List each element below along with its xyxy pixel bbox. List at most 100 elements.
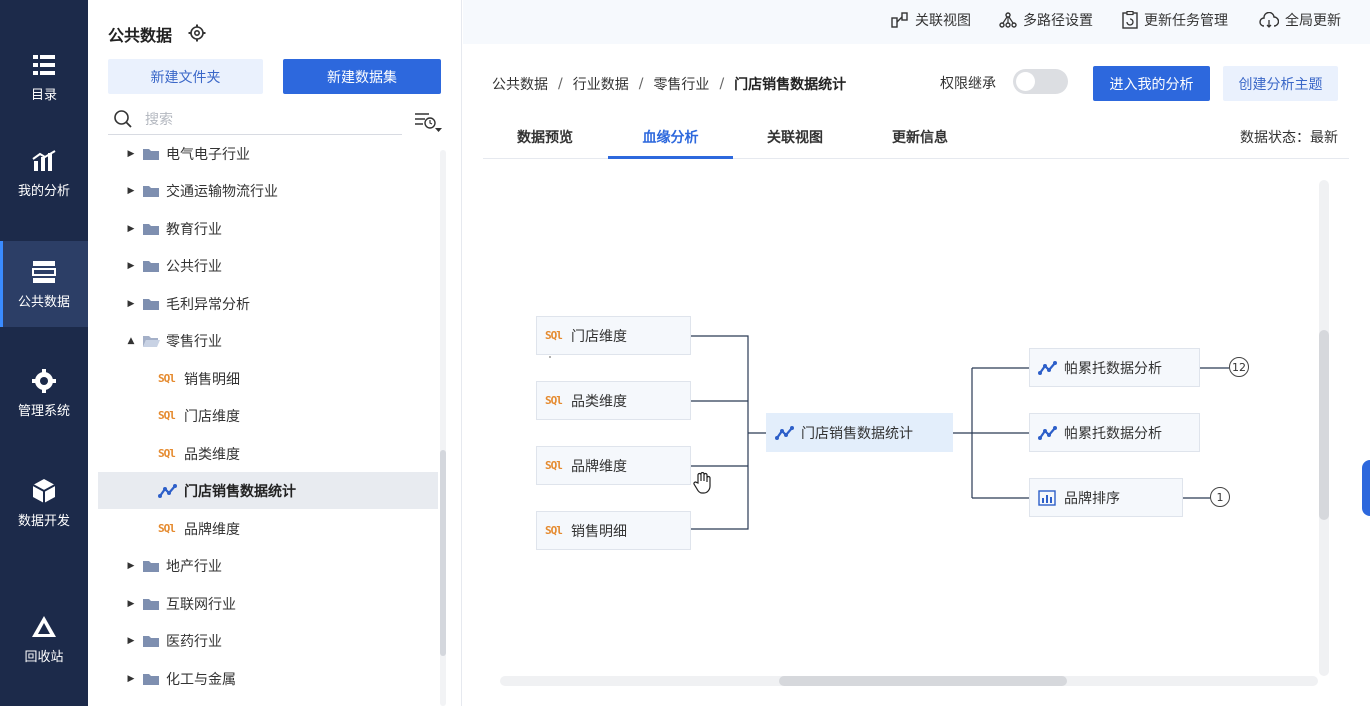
enter-my-analysis-button[interactable]: 进入我的分析 [1093,66,1210,101]
create-analysis-topic-button[interactable]: 创建分析主题 [1223,66,1338,101]
tree-node-label: 销售明细 [184,371,240,388]
tree-folder[interactable]: ▶ 交通运输物流行业 [98,172,438,209]
canvas-horizontal-scrollbar[interactable] [500,676,1318,686]
tree-folder[interactable]: ▲ 零售行业 [98,322,438,359]
folder-icon [142,672,160,686]
caret-right-icon[interactable]: ▶ [124,599,138,609]
breadcrumb-item[interactable]: 零售行业 [653,74,709,94]
sql-dataset-icon: SQl [158,372,176,385]
catalog-icon [30,52,58,78]
database-icon [30,259,58,285]
breadcrumb-separator: / [719,76,725,92]
tree-node-label: 品类维度 [184,446,240,463]
node-label: 帕累托数据分析 [1064,360,1162,377]
caret-right-icon[interactable]: ▶ [124,186,138,196]
lineage-canvas[interactable]: SQl 门店维度 SQl 品类维度 SQl 品牌维度 SQl 销售明细 门店销售数据统计 帕累… [483,170,1329,680]
tree-folder[interactable]: ▶ 地产行业 [98,547,438,584]
downstream-count-badge[interactable]: 1 [1210,487,1230,507]
folder-icon [142,334,160,348]
lineage-source-node[interactable]: SQl 品牌维度 [536,446,691,485]
chart-icon [30,148,58,174]
permission-inherit-toggle[interactable] [1013,69,1068,94]
tab-data-preview[interactable]: 数据预览 [499,115,591,158]
panel-title: 公共数据 [108,26,173,45]
node-label: 帕累托数据分析 [1064,425,1162,442]
update-tasks-button[interactable]: 更新任务管理 [1122,0,1228,40]
nav-item-my-analysis[interactable]: 我的分析 [0,130,88,216]
node-label: 门店销售数据统计 [801,425,913,442]
caret-right-icon[interactable]: ▶ [124,261,138,271]
tree-folder[interactable]: ▶ 医药行业 [98,622,438,659]
lineage-source-node[interactable]: SQl 门店维度 [536,316,691,355]
node-label: 品类维度 [571,393,627,410]
sql-dataset-icon: SQl [545,394,563,407]
caret-right-icon[interactable]: ▶ [124,299,138,309]
tree-folder[interactable]: ▶ 电气电子行业 [98,135,438,172]
tree-folder[interactable]: ▶ 公共行业 [98,247,438,284]
scrollbar-thumb[interactable] [440,450,446,656]
tree-dataset[interactable]: SQl 品牌维度 [98,510,438,547]
tree-folder[interactable]: ▶ 化工与金属 [98,660,438,697]
clipboard-refresh-icon [1122,11,1138,29]
new-folder-button[interactable]: 新建文件夹 [108,59,263,94]
tree-node-label: 化工与金属 [166,671,236,688]
caret-right-icon[interactable]: ▶ [124,224,138,234]
lineage-source-node[interactable]: SQl 销售明细 [536,511,691,550]
tree-folder[interactable]: ▶ 教育行业 [98,210,438,247]
nav-item-catalog[interactable]: 目录 [0,34,88,120]
cube-icon [30,478,58,504]
nav-item-admin[interactable]: 管理系统 [0,350,88,436]
caret-down-icon[interactable]: ▲ [124,336,138,346]
toolbar-label: 多路径设置 [1023,13,1093,29]
tree-node-label: 公共行业 [166,258,222,275]
tree-scrollbar[interactable] [440,150,446,706]
toolbar-label: 关联视图 [915,13,971,29]
lineage-target-node[interactable]: 品牌排序 [1029,478,1183,517]
tree-folder[interactable]: ▶ 互联网行业 [98,585,438,622]
sort-filter-icon[interactable] [413,110,443,132]
downstream-count-badge[interactable]: 12 [1229,357,1249,377]
lineage-target-node[interactable]: 帕累托数据分析 [1029,413,1200,452]
tab-lineage[interactable]: 血缘分析 [608,115,733,159]
tree-node-label: 电气电子行业 [166,146,250,163]
lineage-target-node[interactable]: 帕累托数据分析 [1029,348,1200,387]
nav-item-recycle[interactable]: 回收站 [0,596,88,682]
folder-icon [142,597,160,611]
settings-gear-icon[interactable] [188,24,206,42]
lineage-source-node[interactable]: SQl 品类维度 [536,381,691,420]
new-dataset-button[interactable]: 新建数据集 [283,59,441,94]
caret-right-icon[interactable]: ▶ [124,636,138,646]
node-label: 门店维度 [571,328,627,345]
breadcrumb: 公共数据 / 行业数据 / 零售行业 / 门店销售数据统计 [492,72,846,96]
caret-right-icon[interactable]: ▶ [124,674,138,684]
tree-folder[interactable]: ▶ 毛利异常分析 [98,285,438,322]
nav-item-data-dev[interactable]: 数据开发 [0,460,88,546]
multi-path-button[interactable]: 多路径设置 [999,0,1093,40]
toolbar-label: 更新任务管理 [1144,13,1228,29]
hand-cursor-icon [693,472,711,494]
tree-dataset[interactable]: 门店销售数据统计 [98,472,438,509]
lineage-center-node[interactable]: 门店销售数据统计 [766,413,953,452]
tree-dataset[interactable]: SQl 品类维度 [98,435,438,472]
tree-dataset[interactable]: SQl 门店维度 [98,397,438,434]
global-update-button[interactable]: 全局更新 [1259,0,1341,40]
tree-dataset[interactable]: SQl 销售明细 [98,360,438,397]
caret-right-icon[interactable]: ▶ [124,561,138,571]
scrollbar-thumb[interactable] [1319,330,1329,520]
tab-update-info[interactable]: 更新信息 [874,115,966,158]
scrollbar-thumb[interactable] [779,676,1067,686]
folder-icon [142,222,160,236]
side-drawer-handle[interactable] [1362,460,1370,516]
cloud-update-icon [1259,12,1279,28]
gear-icon [30,368,58,394]
canvas-vertical-scrollbar[interactable] [1319,180,1329,676]
node-label: 销售明细 [571,523,627,540]
breadcrumb-item[interactable]: 行业数据 [573,74,629,94]
nav-item-public-data[interactable]: 公共数据 [0,241,88,327]
related-view-button[interactable]: 关联视图 [891,0,971,40]
breadcrumb-item[interactable]: 公共数据 [492,74,548,94]
tab-related-view[interactable]: 关联视图 [749,115,841,158]
search-input[interactable]: 搜索 [108,104,402,135]
analysis-dataset-icon [158,483,178,499]
caret-right-icon[interactable]: ▶ [124,149,138,159]
